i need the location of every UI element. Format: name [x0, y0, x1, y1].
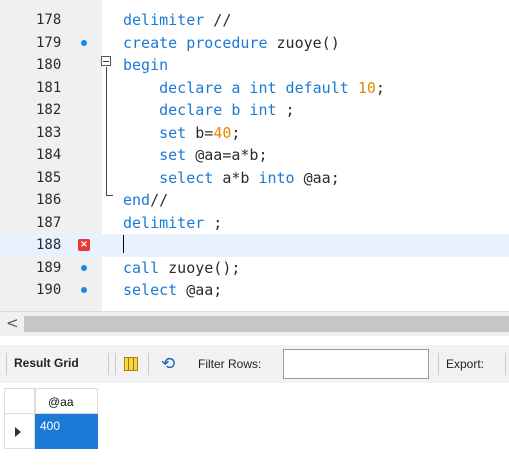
code-token: ;	[375, 78, 385, 97]
code-text: select @aa;	[123, 279, 222, 302]
column-header[interactable]: @aa	[35, 388, 98, 414]
statement-marker-icon[interactable]	[78, 32, 90, 55]
toolbar-separator	[148, 353, 149, 375]
code-text: delimiter //	[123, 9, 231, 32]
line-number: 184	[36, 147, 62, 163]
statement-marker-icon[interactable]	[78, 257, 90, 280]
line-number: 180	[36, 57, 62, 73]
code-token: zuoye();	[159, 258, 241, 277]
result-grid-tab[interactable]: Result Grid	[14, 356, 79, 370]
code-line[interactable]: 182 declare b int ;	[0, 99, 509, 122]
code-line[interactable]: 184 set @aa=a*b;	[0, 144, 509, 167]
sql-keyword: create procedure	[123, 33, 268, 52]
line-number: 182	[36, 102, 62, 118]
code-line[interactable]: 186 end//	[0, 189, 509, 212]
code-line[interactable]: 180 begin	[0, 54, 509, 77]
code-text: begin	[123, 54, 168, 77]
line-number: 185	[36, 169, 62, 186]
code-line[interactable]: 179 create procedure zuoye()	[0, 32, 509, 55]
line-number: 178	[36, 12, 62, 28]
code-text: set @aa=a*b;	[123, 144, 268, 167]
statement-marker-icon[interactable]	[78, 279, 90, 302]
sql-keyword: delimiter	[123, 213, 205, 232]
export-button[interactable]: Export:	[446, 357, 484, 371]
filter-rows-input[interactable]	[283, 349, 429, 379]
line-number: 181	[36, 79, 62, 96]
line-number: 186	[36, 192, 62, 208]
sql-keyword: end	[123, 191, 151, 209]
code-token: @aa;	[177, 281, 223, 299]
toolbar-separator	[115, 353, 116, 375]
sql-keyword: set	[123, 123, 187, 142]
line-number: 189	[36, 259, 62, 276]
sql-keyword: call	[123, 258, 160, 277]
line-number: 188	[36, 237, 62, 253]
grid-cell-selected[interactable]: 400	[35, 414, 98, 449]
code-line[interactable]: 185 select a*b into @aa;	[0, 167, 509, 190]
filter-rows-label: Filter Rows:	[198, 357, 262, 371]
number-literal: 40	[213, 123, 232, 142]
fold-guide	[105, 67, 107, 196]
toolbar-separator	[505, 353, 506, 375]
sql-editor[interactable]: 178 delimiter // 179 create procedure zuoye…	[0, 0, 509, 311]
sql-keyword: into	[258, 168, 295, 187]
code-text: end//	[123, 189, 168, 212]
scrollbar-thumb[interactable]	[24, 316, 509, 332]
sql-keyword: declare a int default	[123, 78, 358, 97]
grid-corner[interactable]	[4, 388, 35, 414]
result-grid: @aa 400	[0, 383, 509, 465]
code-token: ;	[231, 123, 241, 142]
row-indicator[interactable]	[4, 414, 35, 449]
sql-keyword: set	[123, 146, 187, 164]
toolbar-separator	[6, 353, 7, 375]
toolbar-separator	[108, 353, 109, 375]
fold-guide-end	[105, 195, 113, 196]
code-text: declare b int ;	[123, 99, 295, 122]
refresh-icon[interactable]: ⟲	[161, 354, 175, 374]
code-token: ;	[204, 213, 223, 232]
error-marker-icon[interactable]: ×	[78, 234, 90, 257]
current-row-icon	[15, 427, 21, 437]
line-number: 179	[36, 34, 62, 51]
result-toolbar: Result Grid ⟲ Filter Rows: Export:	[0, 345, 509, 384]
code-text: create procedure zuoye()	[123, 32, 340, 55]
line-number: 183	[36, 124, 62, 141]
code-token: b=	[186, 123, 214, 142]
text-cursor	[123, 235, 124, 253]
code-text: delimiter ;	[123, 212, 222, 235]
sql-keyword: select	[123, 281, 178, 299]
grid-view-icon[interactable]	[124, 357, 138, 371]
code-text: call zuoye();	[123, 257, 240, 280]
code-line[interactable]: 190 select @aa;	[0, 279, 509, 302]
code-line[interactable]: 181 declare a int default 10;	[0, 77, 509, 100]
line-number: 190	[36, 282, 62, 298]
code-token: //	[150, 191, 169, 209]
code-text: set b=40;	[123, 122, 240, 145]
code-line[interactable]: 187 delimiter ;	[0, 212, 509, 235]
horizontal-scrollbar[interactable]: <	[0, 311, 509, 336]
code-text: select a*b into @aa;	[123, 167, 340, 190]
code-text: declare a int default 10;	[123, 77, 385, 100]
code-token: ;	[276, 101, 295, 119]
scroll-left-icon[interactable]: <	[6, 314, 19, 332]
sql-keyword: begin	[123, 56, 169, 74]
code-token: @aa;	[294, 168, 340, 187]
sql-keyword: delimiter	[123, 11, 205, 29]
code-token: //	[204, 11, 232, 29]
code-line[interactable]: 183 set b=40;	[0, 122, 509, 145]
code-token: zuoye()	[267, 33, 340, 52]
code-token: @aa=a*b;	[186, 146, 268, 164]
number-literal: 10	[357, 78, 376, 97]
line-number: 187	[36, 214, 62, 231]
code-line[interactable]: 188 ×	[0, 234, 509, 257]
fold-toggle-icon[interactable]	[101, 56, 111, 66]
code-token: a*b	[213, 168, 259, 187]
code-line[interactable]: 178 delimiter //	[0, 9, 509, 32]
toolbar-separator	[438, 353, 439, 375]
sql-keyword: select	[123, 168, 214, 187]
sql-keyword: declare b int	[123, 101, 277, 119]
code-line[interactable]: 189 call zuoye();	[0, 257, 509, 280]
